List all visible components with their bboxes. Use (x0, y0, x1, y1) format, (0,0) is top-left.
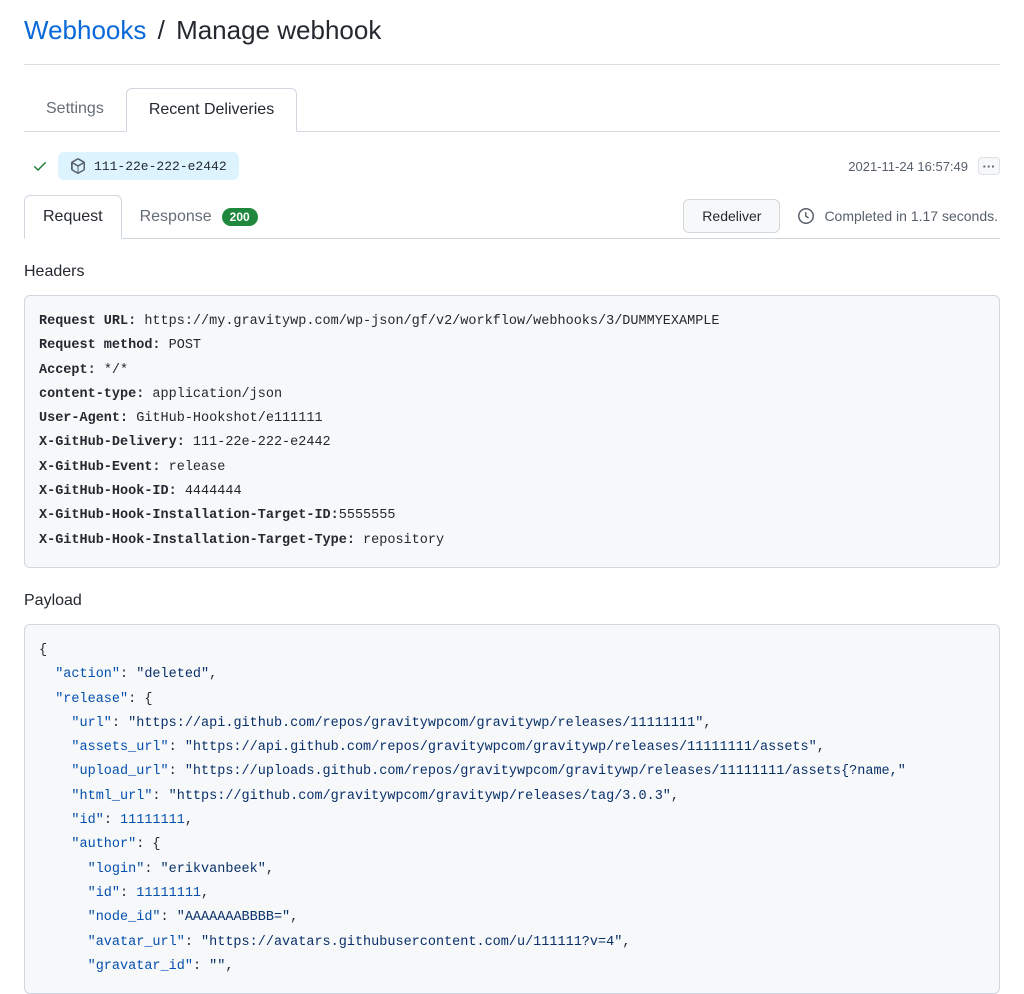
response-status-badge: 200 (222, 208, 258, 226)
delivery-timestamp: 2021-11-24 16:57:49 (848, 159, 968, 174)
completed-duration-text: Completed in 1.17 seconds. (824, 208, 998, 224)
package-icon (70, 158, 86, 174)
delivery-actions-menu-button[interactable]: ··· (978, 157, 1000, 175)
delivery-actions-right: Redeliver Completed in 1.17 seconds. (683, 199, 1000, 233)
headers-block: Request URL: https://my.gravitywp.com/wp… (24, 295, 1000, 568)
success-check-icon (32, 158, 48, 174)
tab-recent-deliveries[interactable]: Recent Deliveries (126, 88, 297, 132)
page-title: Manage webhook (176, 15, 381, 45)
request-response-tabs: Request Response 200 (24, 194, 276, 238)
delivery-left: 111-22e-222-e2442 (32, 152, 239, 180)
completed-duration: Completed in 1.17 seconds. (798, 208, 998, 224)
delivery-guid-text: 111-22e-222-e2442 (94, 159, 227, 174)
page-header: Webhooks / Manage webhook (24, 0, 1000, 65)
clock-icon (798, 208, 814, 224)
payload-block: { "action": "deleted", "release": { "url… (24, 624, 1000, 994)
delivery-guid-pill[interactable]: 111-22e-222-e2442 (58, 152, 239, 180)
delivery-summary-row: 111-22e-222-e2442 2021-11-24 16:57:49 ··… (24, 132, 1000, 194)
redeliver-button[interactable]: Redeliver (683, 199, 780, 233)
tab-settings[interactable]: Settings (24, 88, 126, 132)
headers-section-title: Headers (24, 263, 1000, 281)
tab-response-label: Response (140, 208, 212, 226)
tab-request[interactable]: Request (24, 195, 122, 239)
breadcrumb-separator: / (154, 15, 176, 45)
main-tabs: Settings Recent Deliveries (24, 87, 1000, 132)
payload-section-title: Payload (24, 592, 1000, 610)
breadcrumb: Webhooks / Manage webhook (24, 15, 1000, 46)
tab-response[interactable]: Response 200 (122, 195, 276, 239)
request-response-bar: Request Response 200 Redeliver Completed… (24, 194, 1000, 239)
breadcrumb-parent-link[interactable]: Webhooks (24, 15, 146, 45)
delivery-right: 2021-11-24 16:57:49 ··· (848, 157, 1000, 175)
